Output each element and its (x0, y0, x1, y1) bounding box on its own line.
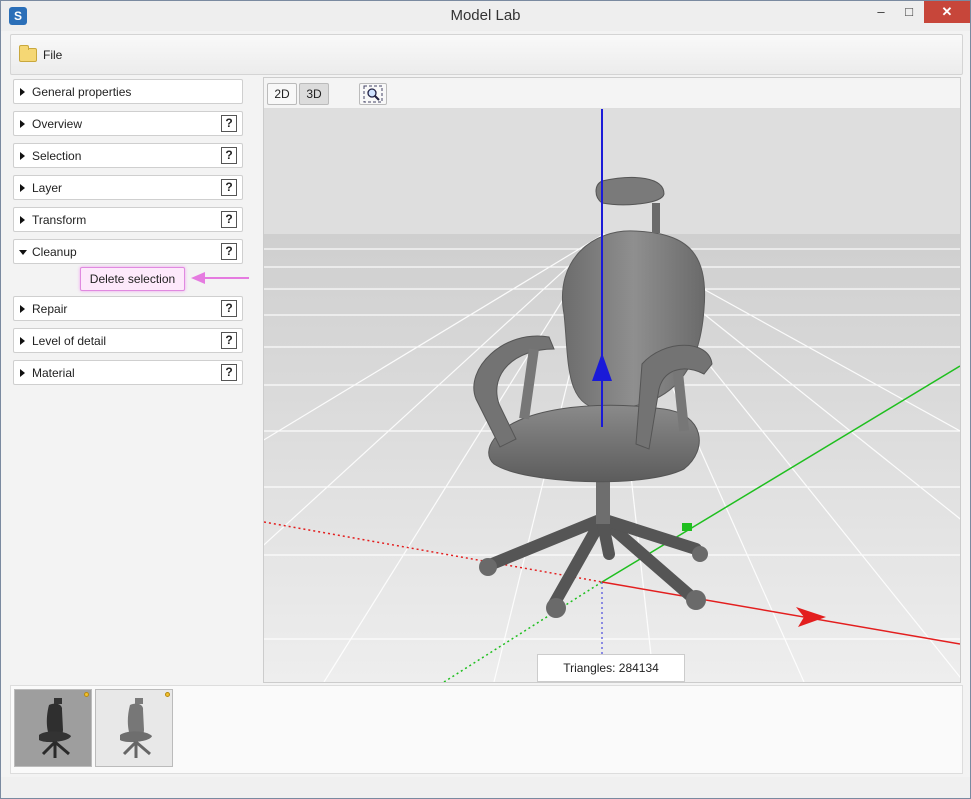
status-bar (1, 777, 970, 798)
modified-indicator-icon (84, 692, 89, 697)
collapse-arrow-icon (19, 250, 27, 255)
expand-arrow-icon (20, 120, 25, 128)
section-label: Layer (32, 181, 63, 195)
help-button[interactable]: ? (221, 115, 237, 132)
main-toolbar: File (10, 34, 963, 75)
minimize-button[interactable]: – (867, 1, 895, 23)
section-label: Transform (32, 213, 87, 227)
section-label: Material (32, 366, 75, 380)
section-cleanup[interactable]: Cleanup ? (13, 239, 243, 264)
chair-thumbnail-icon (39, 698, 71, 758)
view-3d-button[interactable]: 3D (299, 83, 329, 105)
window-title: Model Lab (450, 7, 521, 24)
help-button[interactable]: ? (221, 211, 237, 228)
section-repair[interactable]: Repair ? (13, 296, 243, 321)
file-menu-button[interactable]: File (19, 45, 62, 65)
maximize-button[interactable]: □ (895, 1, 923, 23)
help-button[interactable]: ? (221, 147, 237, 164)
expand-arrow-icon (20, 337, 25, 345)
sky-background (264, 109, 960, 234)
app-window: S Model Lab – □ ✕ File General propertie… (0, 0, 971, 799)
folder-icon (19, 45, 37, 62)
section-transform[interactable]: Transform ? (13, 207, 243, 232)
3d-viewport[interactable]: Triangles: 284134 (264, 109, 960, 682)
zoom-fit-icon (363, 85, 383, 103)
triangle-count-label: Triangles: 284134 (537, 654, 685, 682)
model-thumbnail-1[interactable] (14, 689, 92, 767)
expand-arrow-icon (20, 184, 25, 192)
delete-selection-button[interactable]: Delete selection (80, 267, 185, 291)
section-label: Cleanup (32, 245, 77, 259)
3d-scene[interactable] (264, 109, 960, 682)
section-level-of-detail[interactable]: Level of detail ? (13, 328, 243, 353)
model-thumbnail-2[interactable] (95, 689, 173, 767)
model-thumbnail-strip (10, 685, 963, 774)
section-label: Level of detail (32, 334, 107, 348)
view-2d-button[interactable]: 2D (267, 83, 297, 105)
section-label: Overview (32, 117, 83, 131)
properties-panel: General properties Overview ? Selection … (10, 77, 249, 683)
expand-arrow-icon (20, 369, 25, 377)
section-label: General properties (32, 85, 132, 99)
help-button[interactable]: ? (221, 332, 237, 349)
section-general-properties[interactable]: General properties (13, 79, 243, 104)
section-layer[interactable]: Layer ? (13, 175, 243, 200)
y-axis-handle[interactable] (682, 523, 692, 531)
expand-arrow-icon (20, 216, 25, 224)
expand-arrow-icon (20, 88, 25, 96)
viewport-toolbar: 2D 3D (264, 78, 960, 109)
close-button[interactable]: ✕ (924, 1, 970, 23)
section-overview[interactable]: Overview ? (13, 111, 243, 136)
help-button[interactable]: ? (221, 179, 237, 196)
section-material[interactable]: Material ? (13, 360, 243, 385)
file-menu-label: File (43, 48, 63, 62)
viewport-panel: 2D 3D Triangles: 284134 (263, 77, 961, 683)
section-label: Repair (32, 302, 68, 316)
title-bar: S Model Lab – □ ✕ (1, 1, 970, 31)
help-button[interactable]: ? (221, 300, 237, 317)
help-button[interactable]: ? (221, 364, 237, 381)
section-selection[interactable]: Selection ? (13, 143, 243, 168)
section-label: Selection (32, 149, 82, 163)
chair-thumbnail-icon (120, 698, 152, 758)
expand-arrow-icon (20, 152, 25, 160)
modified-indicator-icon (165, 692, 170, 697)
help-button[interactable]: ? (221, 243, 237, 260)
zoom-fit-button[interactable] (359, 83, 387, 105)
expand-arrow-icon (20, 305, 25, 313)
highlight-arrow-icon (191, 272, 249, 284)
